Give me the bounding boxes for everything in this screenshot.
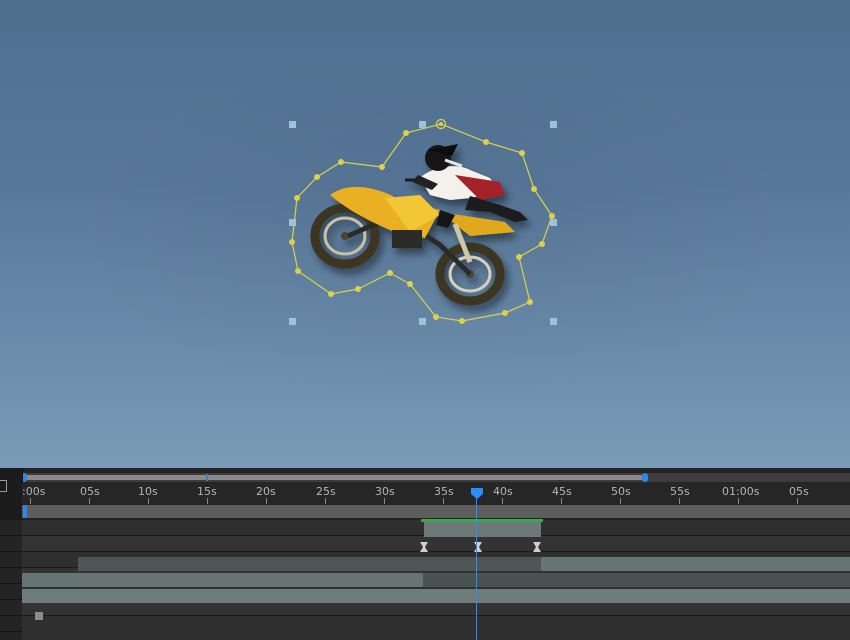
ruler-tick: [266, 498, 267, 504]
ruler-label-0: :00s: [22, 485, 46, 498]
layer-bar-track4[interactable]: [22, 573, 423, 587]
ruler-tick: [384, 498, 385, 504]
row-stub: [0, 520, 22, 640]
ruler-label-9: 45s: [552, 485, 572, 498]
ruler-tick: [620, 498, 621, 504]
motocross-rider-image[interactable]: [310, 144, 528, 306]
panel-menu-icon[interactable]: [0, 480, 7, 492]
ruler-label-2: 10s: [138, 485, 158, 498]
ruler-tick: [797, 498, 798, 504]
keyframe-icon: [533, 542, 541, 552]
handle-top-right: [550, 121, 557, 128]
ruler-tick: [30, 498, 31, 504]
ruler-tick: [207, 498, 208, 504]
ruler-tick: [89, 498, 90, 504]
ruler-label-4: 20s: [256, 485, 276, 498]
navigator-range[interactable]: [24, 475, 646, 480]
ruler-tick: [443, 498, 444, 504]
layer-bar-track3[interactable]: [78, 557, 541, 571]
work-area-bar[interactable]: [22, 505, 850, 518]
keyframe-icon: [420, 542, 428, 552]
timeline-panel[interactable]: :00s 05s 10s 15s 20s 25s 30s 35s 40s 45s…: [0, 468, 850, 640]
navigator-end-handle[interactable]: [642, 473, 648, 482]
ruler-label-3: 15s: [197, 485, 217, 498]
handle-bottom-right: [550, 318, 557, 325]
composition-viewer[interactable]: [0, 0, 850, 468]
playhead-line[interactable]: [476, 496, 477, 640]
ruler-tick: [738, 498, 739, 504]
ruler-label-10: 50s: [611, 485, 631, 498]
ruler-label-12: 01:00s: [722, 485, 760, 498]
playhead-handle[interactable]: [470, 488, 484, 500]
layer-bar-track5[interactable]: [22, 589, 850, 603]
handle-middle-right: [550, 219, 557, 226]
layer-marker-icon[interactable]: [35, 612, 43, 620]
ruler-label-8: 40s: [493, 485, 513, 498]
ruler-tick: [148, 498, 149, 504]
layer-bar-selected[interactable]: [424, 522, 541, 537]
ruler-tick: [325, 498, 326, 504]
handle-bottom-left: [289, 318, 296, 325]
handle-top-left: [289, 121, 296, 128]
layer-bar-track4-tail[interactable]: [423, 573, 850, 587]
handle-bottom-center: [419, 318, 426, 325]
ruler-tick: [502, 498, 503, 504]
handle-middle-left: [289, 219, 296, 226]
ruler-label-13: 05s: [789, 485, 809, 498]
ruler-tick: [679, 498, 680, 504]
keyframes-row[interactable]: [0, 540, 850, 554]
track-row[interactable]: [22, 616, 850, 640]
navigator-playhead-marker: [206, 474, 208, 481]
ruler-label-6: 30s: [375, 485, 395, 498]
ruler-label-11: 55s: [670, 485, 690, 498]
ruler-tick: [561, 498, 562, 504]
composition-canvas[interactable]: [0, 0, 850, 468]
ruler-label-7: 35s: [434, 485, 454, 498]
work-area-start-handle[interactable]: [23, 505, 27, 518]
ruler-label-5: 25s: [316, 485, 336, 498]
layer-bar-track3-tail[interactable]: [541, 557, 850, 571]
handle-top-center: [419, 121, 426, 128]
ruler-label-1: 05s: [80, 485, 100, 498]
